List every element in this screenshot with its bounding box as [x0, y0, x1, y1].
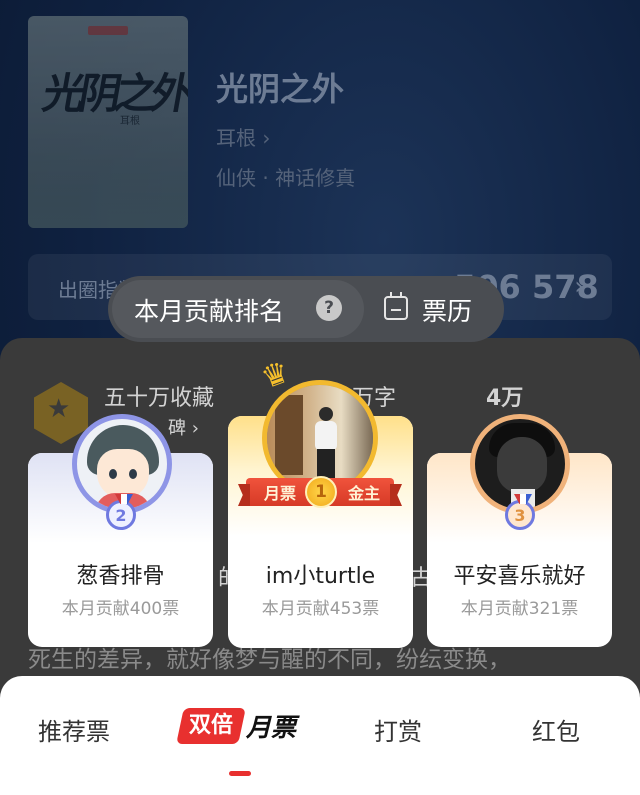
contributor-name: 平安喜乐就好 — [453, 564, 586, 589]
ribbon-label-left: 月票 — [264, 484, 297, 503]
tab-tip[interactable]: 打赏 — [374, 712, 422, 747]
tab-red-packet[interactable]: 红包 — [532, 712, 580, 747]
reader-count: 4万 — [486, 386, 524, 411]
contributor-name: 葱香排骨 — [76, 564, 165, 589]
rank-medal-silver-icon: 2 — [106, 500, 136, 530]
tab-recommend-ticket[interactable]: 推荐票 — [38, 712, 110, 747]
help-icon[interactable]: ? — [316, 295, 342, 321]
achievement-label: 五十万收藏 — [104, 386, 215, 411]
contributor-votes: 本月贡献321票 — [460, 599, 579, 619]
ribbon-label-right: 金主 — [347, 484, 380, 503]
book-cover[interactable]: 光阴之外 耳根 — [28, 16, 188, 228]
rank-medal-gold-icon: 1 — [305, 476, 337, 508]
rank-medal-bronze-icon: 3 — [505, 500, 535, 530]
chevron-right-icon: › — [574, 272, 584, 300]
tab-vote-history[interactable]: 票历 — [422, 292, 472, 328]
publisher-badge — [88, 26, 128, 35]
tab-monthly-ranking-label[interactable]: 本月贡献排名 — [134, 292, 284, 328]
cover-illustration — [28, 118, 188, 228]
double-badge-label: 双倍 — [188, 713, 233, 738]
contributor-name: im小turtle — [265, 564, 376, 589]
double-badge[interactable]: 双倍 — [176, 708, 246, 744]
achievement-link[interactable]: 碑 › — [168, 414, 199, 440]
book-title: 光阴之外 — [216, 70, 345, 108]
active-tab-indicator — [229, 771, 251, 776]
contributor-votes: 本月贡献400票 — [61, 599, 180, 619]
calendar-icon[interactable] — [384, 292, 408, 320]
tab-monthly-ticket[interactable]: 月票 — [246, 708, 296, 744]
book-genre: 仙侠 · 神话修真 — [216, 166, 356, 190]
cover-title: 光阴之外 — [39, 69, 188, 118]
book-author-link[interactable]: 耳根 › — [216, 122, 270, 151]
contributor-votes: 本月贡献453票 — [261, 599, 380, 619]
star-icon: ★ — [47, 394, 71, 424]
